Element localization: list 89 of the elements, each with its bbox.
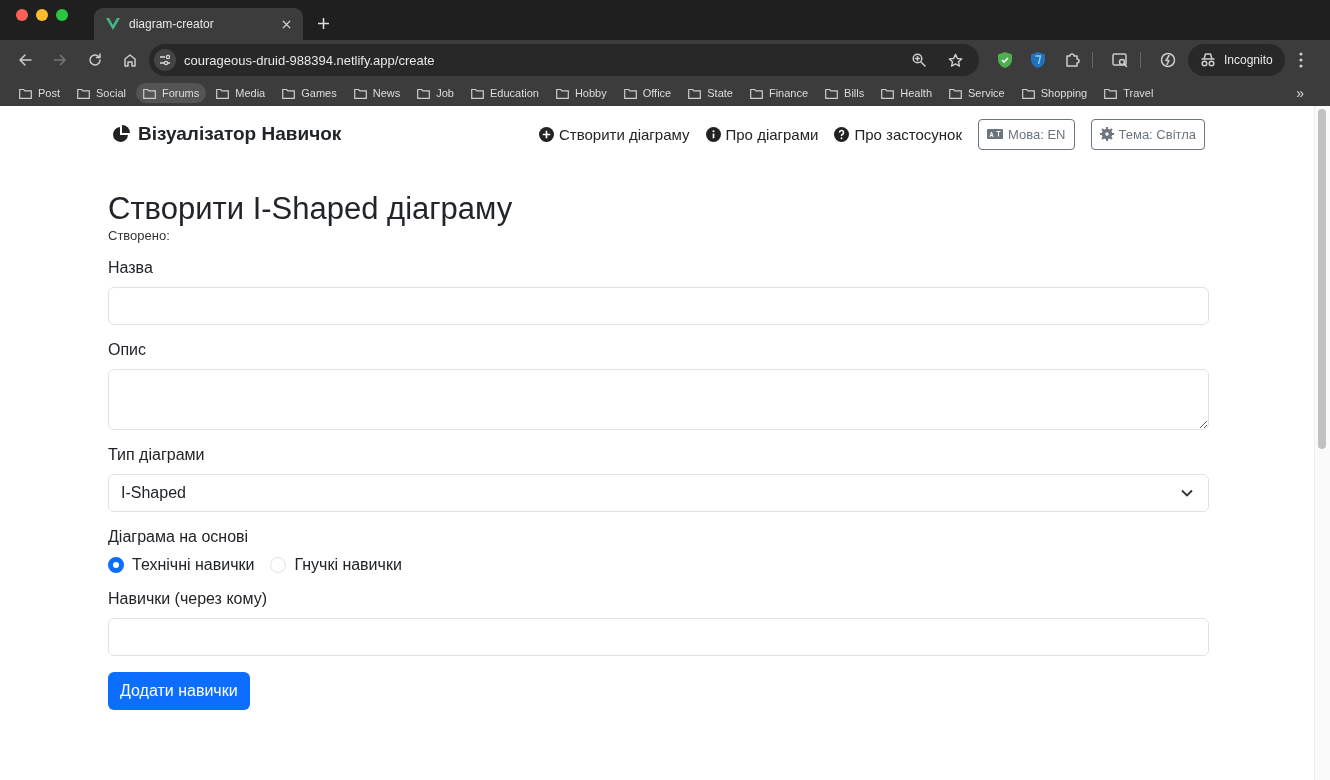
- url-text: courageous-druid-988394.netlify.app/create: [184, 52, 435, 68]
- field-label: Опис: [108, 341, 148, 359]
- bookmark[interactable]: Education: [463, 83, 546, 103]
- folder-icon: [623, 87, 637, 99]
- folder-icon: [353, 87, 367, 99]
- tab-title: diagram-creator: [129, 17, 214, 31]
- scrollbar-thumb[interactable]: [1318, 109, 1326, 449]
- bookmark[interactable]: State: [681, 83, 740, 103]
- chevron-down-icon: [1181, 489, 1193, 497]
- plus-circle-icon: [538, 126, 554, 142]
- language-icon: [987, 128, 1003, 140]
- tab-search-icon[interactable]: [1112, 52, 1128, 68]
- language-button[interactable]: Мова: EN: [978, 118, 1075, 150]
- window-control-icon[interactable]: [16, 9, 28, 21]
- folder-icon: [555, 87, 569, 99]
- close-icon[interactable]: [282, 19, 291, 29]
- bookmark[interactable]: Forums: [136, 83, 207, 103]
- bookmark[interactable]: Office: [616, 83, 679, 103]
- nav-link[interactable]: Створити діаграму: [538, 125, 690, 143]
- folder-icon: [470, 87, 484, 99]
- new-tab-icon[interactable]: [318, 18, 329, 29]
- bookmark[interactable]: Games: [275, 83, 344, 103]
- folder-icon: [143, 87, 156, 99]
- bookmark[interactable]: Bills: [818, 83, 872, 103]
- forward-icon[interactable]: [53, 53, 67, 67]
- home-icon[interactable]: [123, 53, 137, 67]
- folder-icon: [417, 87, 431, 99]
- nav-link[interactable]: Про застосунок: [834, 125, 962, 143]
- folder-icon: [216, 87, 230, 99]
- theme-button[interactable]: Тема: Світла: [1090, 118, 1205, 150]
- field-label: Тип діаграми: [108, 446, 206, 464]
- folder-icon: [77, 87, 90, 99]
- radio-label[interactable]: Технічні навички: [132, 556, 255, 574]
- more-bookmarks-button[interactable]: »: [1296, 85, 1304, 101]
- star-icon[interactable]: [948, 52, 963, 68]
- puzzle-icon[interactable]: [1064, 52, 1080, 68]
- add-skills-button[interactable]: Додати навички: [108, 672, 250, 710]
- select-field[interactable]: I-Shaped: [108, 474, 1209, 512]
- bookmark[interactable]: Travel: [1097, 83, 1161, 103]
- v-logo-icon: [106, 18, 120, 30]
- bookmark[interactable]: Hobby: [548, 83, 614, 103]
- shield-check-icon[interactable]: [998, 52, 1012, 68]
- page-title: Створити I-Shaped діаграму: [108, 190, 514, 228]
- address-bar[interactable]: courageous-druid-988394.netlify.app/create: [149, 44, 979, 76]
- folder-icon: [749, 87, 763, 99]
- folder-icon: [825, 87, 839, 99]
- field-label: Навички (через кому): [108, 590, 268, 608]
- shield-icon[interactable]: [1031, 52, 1045, 68]
- folder-icon: [282, 87, 296, 99]
- site-settings-icon: [154, 49, 176, 71]
- bookmark[interactable]: Health: [874, 83, 940, 103]
- bookmark[interactable]: News: [346, 83, 408, 103]
- profile-button[interactable]: Incognito: [1188, 44, 1285, 76]
- gear-icon: [1099, 127, 1114, 141]
- text-field[interactable]: [108, 287, 1209, 325]
- browser-tab[interactable]: diagram-creator: [94, 8, 303, 40]
- folder-icon: [1021, 87, 1035, 99]
- folder-icon: [949, 87, 963, 99]
- radio-button[interactable]: [108, 557, 124, 573]
- back-icon[interactable]: [18, 53, 32, 67]
- bookmark[interactable]: Post: [12, 83, 67, 103]
- info-circle-icon: [705, 126, 721, 142]
- created-label: Створено:: [108, 228, 171, 243]
- bookmark[interactable]: Finance: [742, 83, 816, 103]
- reload-icon[interactable]: [88, 53, 102, 67]
- zoom-icon[interactable]: [912, 53, 926, 67]
- radio-label[interactable]: Гнучкі навички: [294, 556, 402, 574]
- select-value: I-Shaped: [121, 484, 186, 502]
- folder-icon: [688, 87, 702, 99]
- question-circle-icon: [834, 126, 850, 142]
- field-label: Назва: [108, 259, 154, 277]
- bookmark[interactable]: Social: [70, 83, 133, 103]
- window-control-icon[interactable]: [36, 9, 48, 21]
- bolt-circle-icon[interactable]: [1160, 52, 1176, 68]
- folder-icon: [19, 87, 32, 99]
- bookmark[interactable]: Media: [209, 83, 273, 103]
- bookmark[interactable]: Shopping: [1014, 83, 1095, 103]
- app-brand[interactable]: Візуалізатор Навичок: [112, 123, 342, 145]
- field-label: Діаграма на основі: [108, 528, 250, 546]
- folder-icon: [1104, 87, 1118, 99]
- folder-icon: [881, 87, 895, 99]
- more-menu-icon[interactable]: [1298, 52, 1303, 68]
- incognito-icon: [1200, 53, 1216, 67]
- bookmark[interactable]: Service: [942, 83, 1012, 103]
- pie-chart-icon: [112, 125, 130, 143]
- nav-link[interactable]: Про діаграми: [705, 125, 819, 143]
- text-field[interactable]: [108, 618, 1209, 656]
- bookmark[interactable]: Job: [410, 83, 461, 103]
- window-control-icon[interactable]: [56, 9, 68, 21]
